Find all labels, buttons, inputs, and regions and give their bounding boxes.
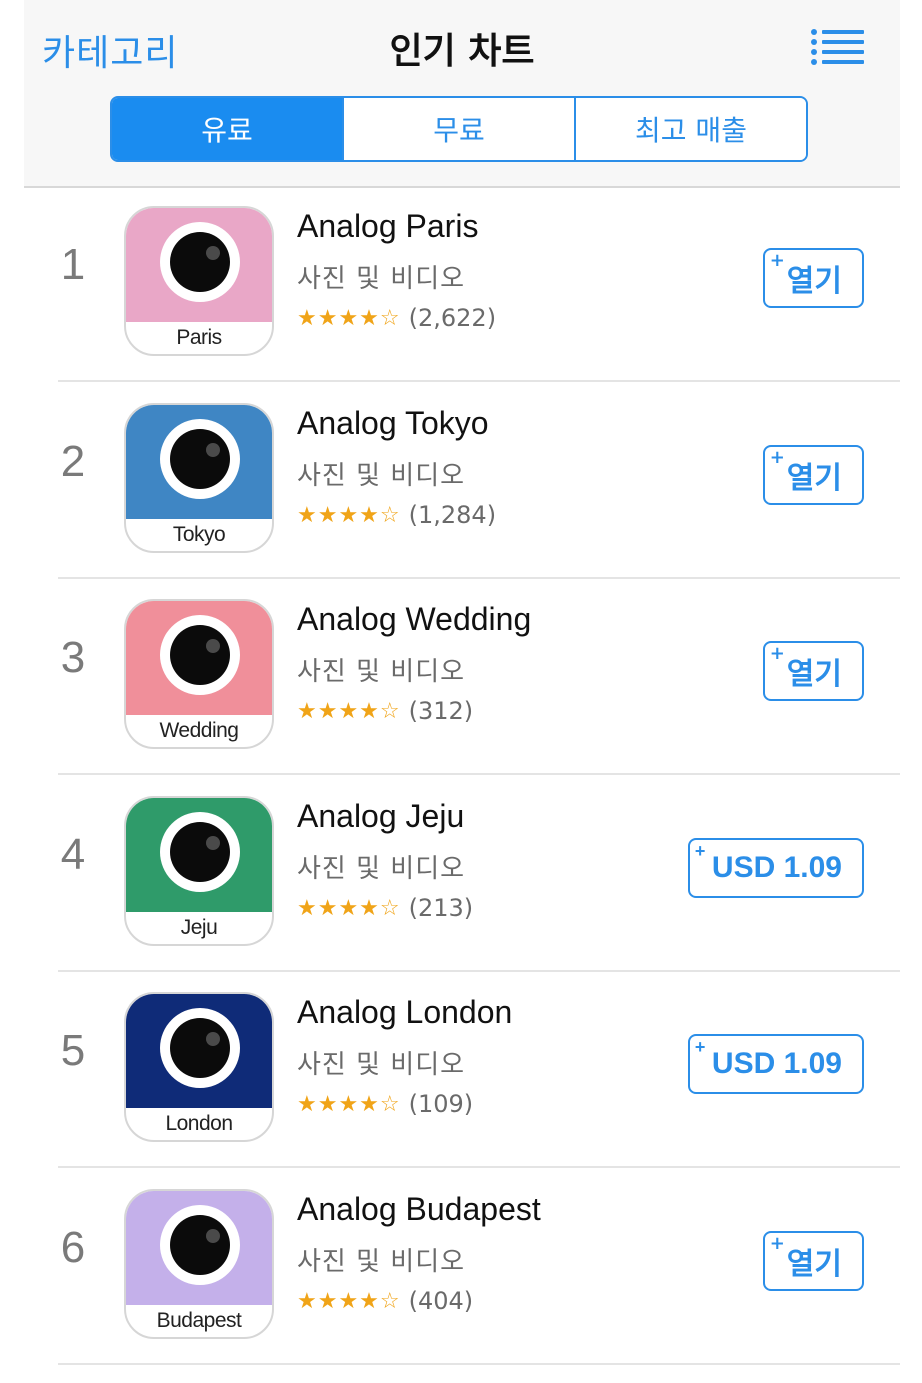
star-rating-icon: ★★★★☆ bbox=[297, 1288, 401, 1314]
app-rank: 4 bbox=[60, 830, 86, 879]
segment-top-grossing[interactable]: 최고 매출 bbox=[576, 98, 806, 160]
plus-icon: + bbox=[694, 1037, 706, 1057]
star-rating-icon: ★★★★☆ bbox=[297, 1091, 401, 1117]
app-icon[interactable]: Budapest bbox=[124, 1189, 274, 1339]
camera-lens-icon bbox=[160, 812, 240, 892]
button-label: 열기 bbox=[786, 461, 842, 496]
app-rank: 3 bbox=[60, 633, 86, 682]
icon-city-label: Paris bbox=[176, 326, 222, 349]
icon-city-label: Wedding bbox=[159, 719, 239, 742]
app-rank: 5 bbox=[60, 1026, 86, 1075]
app-category: 사진 및 비디오 bbox=[297, 1050, 466, 1080]
star-rating-icon: ★★★★☆ bbox=[297, 305, 401, 331]
app-list-item[interactable]: 4 Jeju Analog Jeju 사진 및 비디오 ★★★★☆ (213) … bbox=[0, 776, 922, 972]
plus-icon: + bbox=[769, 447, 785, 468]
app-list-item[interactable]: 2 Tokyo Analog Tokyo 사진 및 비디오 ★★★★☆ (1,2… bbox=[0, 383, 922, 579]
list-icon[interactable] bbox=[810, 26, 864, 66]
row-divider bbox=[58, 380, 900, 382]
app-rating: ★★★★☆ (109) bbox=[297, 1090, 473, 1118]
plus-icon: + bbox=[769, 643, 785, 664]
app-name[interactable]: Analog Tokyo bbox=[297, 405, 489, 442]
rating-count: (1,284) bbox=[408, 501, 497, 529]
app-category: 사진 및 비디오 bbox=[297, 657, 466, 687]
app-name[interactable]: Analog Paris bbox=[297, 208, 478, 245]
app-icon[interactable]: Paris bbox=[124, 206, 274, 356]
plus-icon: + bbox=[694, 841, 706, 861]
app-icon[interactable]: Jeju bbox=[124, 796, 274, 946]
camera-lens-icon bbox=[160, 1205, 240, 1285]
rating-count: (2,622) bbox=[408, 304, 497, 332]
rating-count: (404) bbox=[408, 1287, 474, 1315]
star-rating-icon: ★★★★☆ bbox=[297, 502, 401, 528]
camera-lens-icon bbox=[160, 419, 240, 499]
app-name[interactable]: Analog Budapest bbox=[297, 1191, 541, 1228]
button-label: USD 1.09 bbox=[711, 1047, 842, 1080]
app-rank: 2 bbox=[60, 437, 86, 486]
row-divider bbox=[58, 1166, 900, 1168]
camera-lens-icon bbox=[160, 1008, 240, 1088]
app-rating: ★★★★☆ (312) bbox=[297, 697, 473, 725]
icon-city-label: Tokyo bbox=[172, 523, 226, 546]
app-name[interactable]: Analog London bbox=[297, 994, 512, 1031]
star-rating-icon: ★★★★☆ bbox=[297, 698, 401, 724]
app-rank: 1 bbox=[60, 240, 86, 289]
camera-lens-icon bbox=[160, 615, 240, 695]
page-title: 인기 차트 bbox=[389, 31, 535, 72]
open-button[interactable]: + 열기 bbox=[762, 641, 864, 701]
app-list-item[interactable]: 1 Paris Analog Paris 사진 및 비디오 ★★★★☆ (2,6… bbox=[0, 186, 922, 382]
icon-city-label: Budapest bbox=[156, 1309, 242, 1332]
app-rank: 6 bbox=[60, 1223, 86, 1272]
segment-paid[interactable]: 유료 bbox=[112, 98, 344, 160]
icon-city-label: London bbox=[165, 1112, 233, 1135]
row-divider bbox=[58, 773, 900, 775]
app-icon[interactable]: Tokyo bbox=[124, 403, 274, 553]
app-list-item[interactable]: 3 Wedding Analog Wedding 사진 및 비디오 ★★★★☆ … bbox=[0, 579, 922, 775]
app-name[interactable]: Analog Wedding bbox=[297, 601, 531, 638]
app-rating: ★★★★☆ (1,284) bbox=[297, 501, 496, 529]
rating-count: (312) bbox=[408, 697, 474, 725]
button-label: 열기 bbox=[786, 1247, 842, 1282]
plus-icon: + bbox=[769, 1233, 785, 1254]
buy-button[interactable]: + USD 1.09 bbox=[687, 838, 864, 898]
app-rating: ★★★★☆ (2,622) bbox=[297, 304, 496, 332]
icon-city-label: Jeju bbox=[180, 916, 218, 939]
app-list-item[interactable]: 5 London Analog London 사진 및 비디오 ★★★★☆ (1… bbox=[0, 972, 922, 1168]
app-name[interactable]: Analog Jeju bbox=[297, 798, 464, 835]
button-label: USD 1.09 bbox=[711, 851, 842, 884]
open-button[interactable]: + 열기 bbox=[762, 445, 864, 505]
star-rating-icon: ★★★★☆ bbox=[297, 895, 401, 921]
app-list-item[interactable]: 6 Budapest Analog Budapest 사진 및 비디오 ★★★★… bbox=[0, 1169, 922, 1365]
app-category: 사진 및 비디오 bbox=[297, 264, 466, 294]
rating-count: (213) bbox=[408, 894, 474, 922]
rating-count: (109) bbox=[408, 1090, 474, 1118]
row-divider bbox=[58, 1363, 900, 1365]
app-icon[interactable]: Wedding bbox=[124, 599, 274, 749]
chart-type-segmented-control: 유료 무료 최고 매출 bbox=[110, 96, 808, 162]
app-category: 사진 및 비디오 bbox=[297, 461, 466, 491]
app-category: 사진 및 비디오 bbox=[297, 1247, 466, 1277]
open-button[interactable]: + 열기 bbox=[762, 1231, 864, 1291]
segment-free[interactable]: 무료 bbox=[344, 98, 576, 160]
app-category: 사진 및 비디오 bbox=[297, 854, 466, 884]
navigation-bar: 카테고리 인기 차트 유료 무료 최고 매출 bbox=[24, 0, 900, 188]
app-rating: ★★★★☆ (213) bbox=[297, 894, 473, 922]
app-icon[interactable]: London bbox=[124, 992, 274, 1142]
camera-lens-icon bbox=[160, 222, 240, 302]
button-label: 열기 bbox=[786, 264, 842, 299]
button-label: 열기 bbox=[786, 657, 842, 692]
open-button[interactable]: + 열기 bbox=[762, 248, 864, 308]
plus-icon: + bbox=[769, 250, 785, 271]
app-rating: ★★★★☆ (404) bbox=[297, 1287, 473, 1315]
buy-button[interactable]: + USD 1.09 bbox=[687, 1034, 864, 1094]
